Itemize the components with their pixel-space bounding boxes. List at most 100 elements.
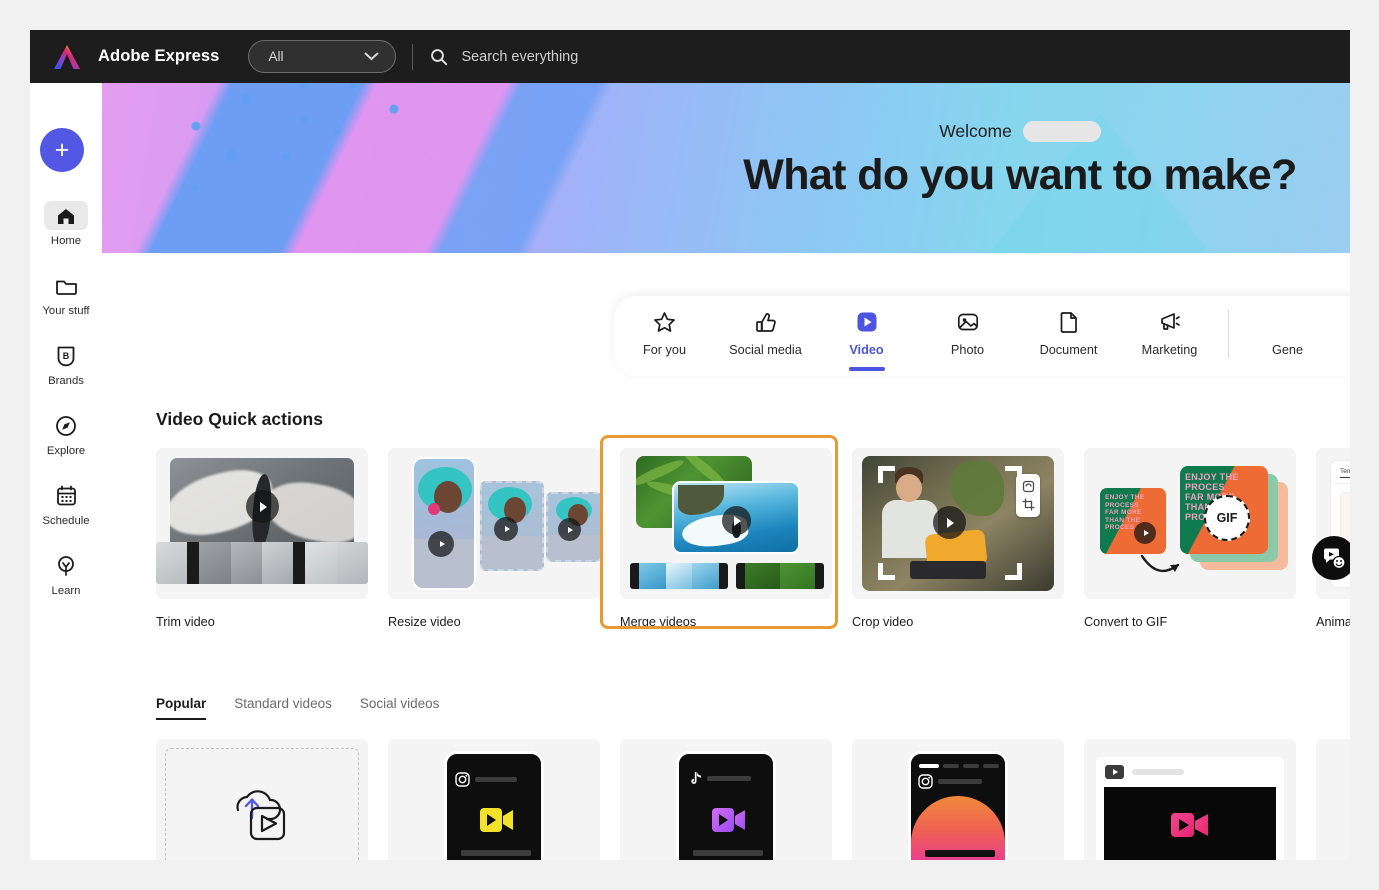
quick-action-label: Animate fro <box>1316 615 1350 629</box>
feedback-chat-button[interactable] <box>1312 536 1350 580</box>
tab-for-you[interactable]: For you <box>614 310 715 357</box>
sidebar-item-label: Schedule <box>42 515 90 527</box>
top-bar: Adobe Express All Search everything <box>30 30 1350 83</box>
tab-photo[interactable]: Photo <box>917 310 1018 357</box>
topbar-divider <box>412 43 414 70</box>
resize-preview-landscape <box>546 492 600 562</box>
merge-timeline-clip-1[interactable] <box>630 563 728 589</box>
search-filter-value: All <box>268 49 284 64</box>
crop-icon[interactable] <box>1021 498 1035 511</box>
tab-generate[interactable]: Gene <box>1237 310 1338 357</box>
template-card-instagram-post[interactable] <box>388 739 600 860</box>
page-title: What do you want to make? <box>743 151 1297 199</box>
sidebar: + Home Your stuff B Brands Explore Sched… <box>30 83 102 860</box>
play-icon <box>933 506 966 539</box>
resize-preview-portrait <box>412 457 476 590</box>
welcome-username-redacted <box>1022 121 1101 142</box>
quick-action-label: Resize video <box>388 615 461 629</box>
compass-icon <box>44 411 88 440</box>
youtube-mockup <box>1096 757 1284 860</box>
play-icon <box>428 531 454 557</box>
template-card-phone-dark[interactable] <box>1316 739 1350 860</box>
quick-action-card-resize-video[interactable]: Resize video <box>388 448 600 629</box>
template-row <box>156 739 1350 860</box>
search-filter-dropdown[interactable]: All <box>248 40 397 73</box>
rotate-icon[interactable] <box>1022 480 1035 493</box>
tab-marketing[interactable]: Marketing <box>1119 310 1220 357</box>
phone-mockup <box>908 751 1008 860</box>
phone-mockup <box>676 751 776 860</box>
welcome-row: Welcome <box>720 121 1320 142</box>
tab-video[interactable]: Video <box>816 310 917 371</box>
tab-label: Social media <box>729 343 802 357</box>
thumbs-up-icon <box>755 310 777 334</box>
tab-label: Marketing <box>1141 343 1198 357</box>
tab-label: Gene <box>1271 343 1304 357</box>
quick-action-label: Crop video <box>852 615 914 629</box>
create-new-button[interactable]: + <box>40 128 84 172</box>
sidebar-item-brands[interactable]: B Brands <box>30 341 102 387</box>
sidebar-item-home[interactable]: Home <box>30 201 102 247</box>
hero-banner: Welcome What do you want to make? <box>102 83 1350 253</box>
sidebar-item-label: Home <box>50 235 82 247</box>
quick-action-card-trim-video[interactable]: Trim video <box>156 448 368 629</box>
sidebar-item-label: Brands <box>48 375 84 387</box>
animate-preview-tab: Templates <box>1340 468 1350 478</box>
quick-action-card-crop-video[interactable]: Crop video <box>852 448 1064 629</box>
template-card-upload[interactable] <box>156 739 368 860</box>
play-icon <box>722 506 751 535</box>
quick-action-label: Trim video <box>156 615 215 629</box>
calendar-icon <box>44 481 88 510</box>
sidebar-item-your-stuff[interactable]: Your stuff <box>30 271 102 317</box>
gif-source-video-preview: ENJOY THE PROCESS FAR MORE THAN THE PROCES <box>1100 488 1166 554</box>
merge-timeline-clip-2[interactable] <box>736 563 824 589</box>
trim-timeline-filmstrip[interactable] <box>156 542 368 584</box>
brand-name: Adobe Express <box>98 47 220 65</box>
play-icon <box>494 517 518 541</box>
tab-social-videos[interactable]: Social videos <box>360 696 440 720</box>
sidebar-item-learn[interactable]: Learn <box>30 551 102 597</box>
category-divider <box>1228 310 1229 358</box>
instagram-icon <box>455 772 470 787</box>
adobe-express-logo[interactable] <box>52 43 82 71</box>
sidebar-item-explore[interactable]: Explore <box>30 411 102 457</box>
play-icon <box>1134 522 1156 544</box>
photo-icon <box>957 310 979 334</box>
youtube-play-icon <box>1105 765 1124 779</box>
cloud-upload-video-icon <box>236 790 286 841</box>
instagram-icon <box>918 774 933 789</box>
search-input[interactable]: Search everything <box>430 48 578 66</box>
quick-action-thumbnail <box>156 448 368 599</box>
quick-action-card-merge-videos[interactable]: Merge videos <box>600 435 838 629</box>
play-icon <box>558 518 581 541</box>
quick-action-card-convert-to-gif[interactable]: ENJOY THE PROCESS FAR MORE THAN THE PROCES E… <box>1084 448 1296 629</box>
quick-action-thumbnail <box>620 448 832 599</box>
phone-mockup <box>444 751 544 860</box>
sidebar-item-label: Your stuff <box>42 305 90 317</box>
sidebar-item-schedule[interactable]: Schedule <box>30 481 102 527</box>
youtube-video-area <box>1104 787 1276 860</box>
quick-action-thumbnail <box>388 448 600 599</box>
crop-tool-palette[interactable] <box>1016 474 1040 517</box>
tab-document[interactable]: Document <box>1018 310 1119 357</box>
home-icon <box>44 201 88 230</box>
upload-dropzone[interactable] <box>165 748 359 860</box>
video-clip-icon <box>480 808 513 832</box>
svg-text:B: B <box>63 351 70 361</box>
tab-popular[interactable]: Popular <box>156 696 207 720</box>
template-card-youtube[interactable] <box>1084 739 1296 860</box>
quick-action-label: Convert to GIF <box>1084 615 1168 629</box>
welcome-label: Welcome <box>939 121 1012 141</box>
tab-label: Photo <box>950 343 985 357</box>
video-clip-icon <box>1171 813 1208 837</box>
tab-label: For you <box>642 343 686 357</box>
tiktok-icon <box>691 772 701 784</box>
arrow-right-icon <box>1140 554 1180 573</box>
star-icon <box>653 310 676 334</box>
tab-social-media[interactable]: Social media <box>715 310 816 357</box>
template-card-tiktok[interactable] <box>620 739 832 860</box>
quick-action-thumbnail: ENJOY THE PROCESS FAR MORE THAN THE PROCES E… <box>1084 448 1296 599</box>
play-icon <box>246 490 279 523</box>
template-card-instagram-story[interactable] <box>852 739 1064 860</box>
tab-standard-videos[interactable]: Standard videos <box>234 696 332 720</box>
